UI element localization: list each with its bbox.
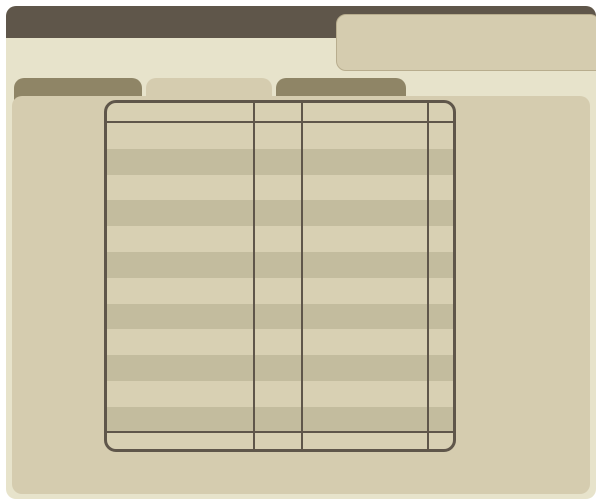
header-divider: [107, 121, 453, 123]
column-divider-3[interactable]: [427, 103, 429, 449]
table-row[interactable]: [107, 251, 453, 278]
table-row[interactable]: [107, 303, 453, 330]
data-table[interactable]: [104, 100, 456, 452]
table-body: [107, 123, 453, 433]
table-row[interactable]: [107, 175, 453, 201]
table-row[interactable]: [107, 200, 453, 227]
table-header: [107, 103, 453, 121]
table-row[interactable]: [107, 226, 453, 252]
table-row[interactable]: [107, 123, 453, 149]
table-row[interactable]: [107, 406, 453, 433]
column-header-3[interactable]: [303, 103, 427, 121]
table-row[interactable]: [107, 278, 453, 304]
title-bar-slot: [6, 38, 332, 78]
column-header-1[interactable]: [107, 103, 253, 121]
table-row[interactable]: [107, 148, 453, 175]
footer-divider: [107, 431, 453, 433]
table-row[interactable]: [107, 381, 453, 407]
table-row[interactable]: [107, 355, 453, 381]
column-header-4[interactable]: [429, 103, 453, 121]
column-divider-1[interactable]: [253, 103, 255, 449]
column-divider-2[interactable]: [301, 103, 303, 449]
header-panel: [336, 14, 596, 71]
table-row[interactable]: [107, 329, 453, 355]
column-header-2[interactable]: [255, 103, 301, 121]
